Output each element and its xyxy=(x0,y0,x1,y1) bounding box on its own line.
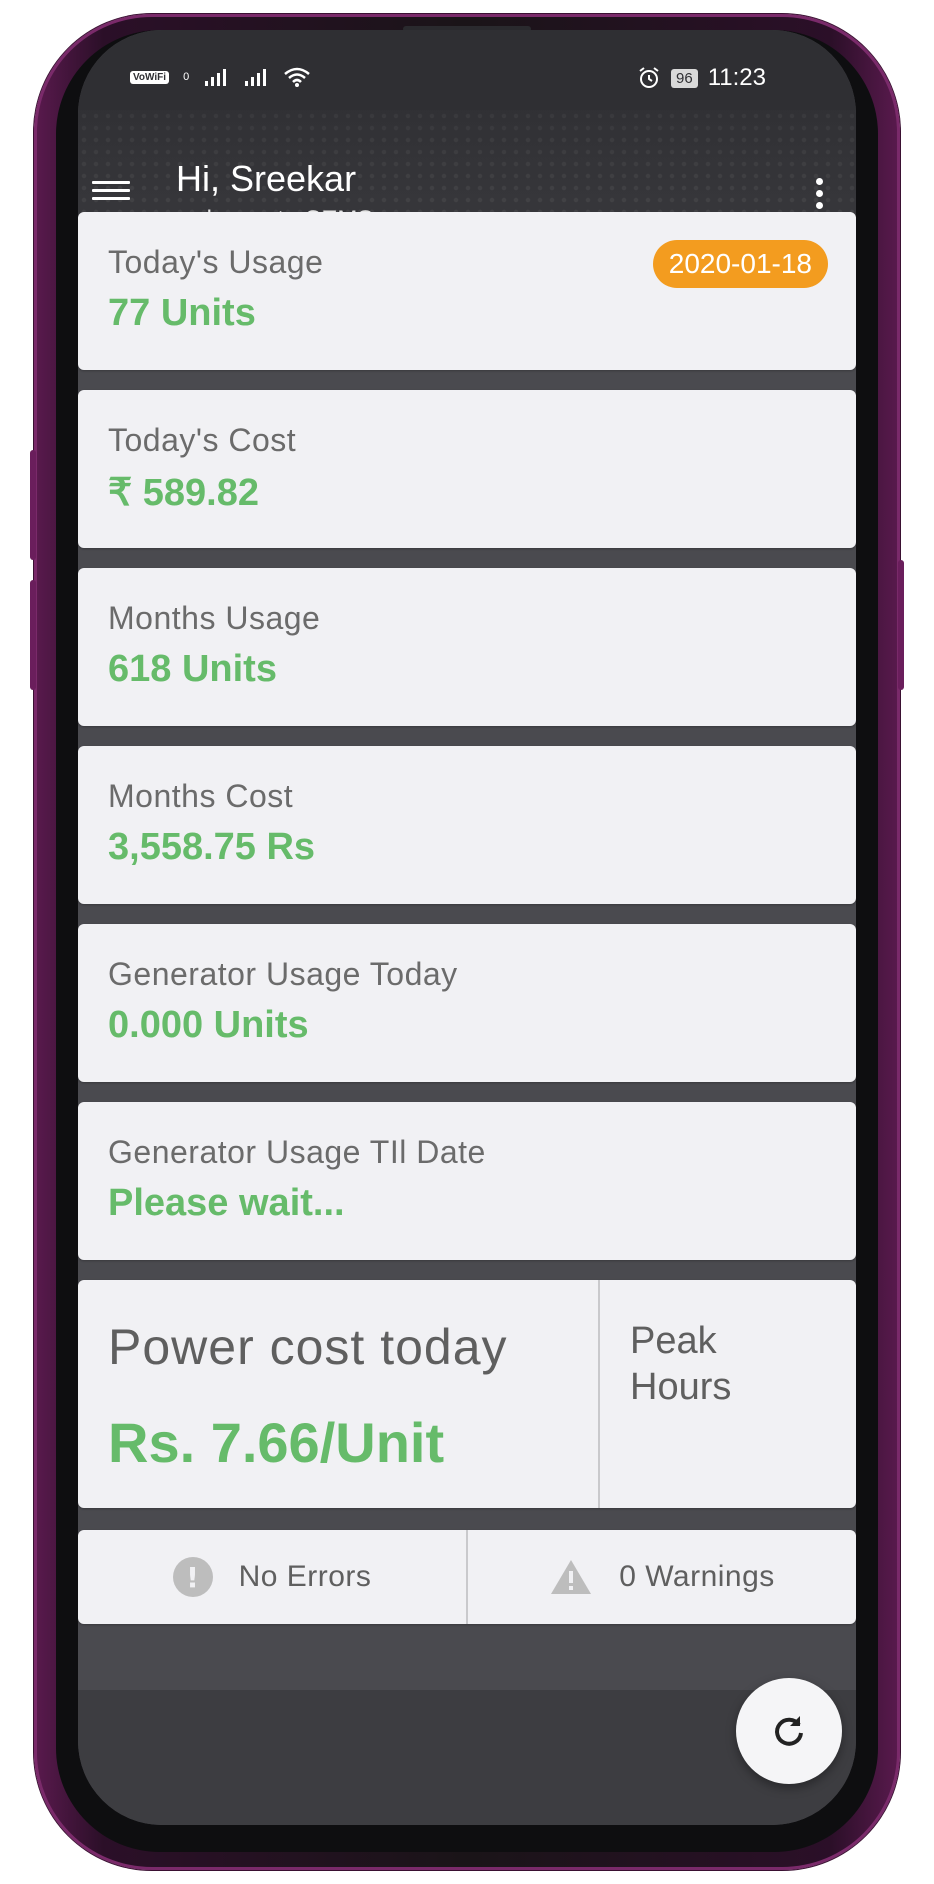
more-options-icon[interactable] xyxy=(814,178,824,212)
vowifi-indicator: VoWiFi xyxy=(130,70,170,84)
todays-usage-card[interactable]: Today's Usage 77 Units 2020-01-18 xyxy=(78,212,856,370)
refresh-icon xyxy=(775,1716,803,1746)
power-button xyxy=(898,560,904,690)
card-label: Months Cost xyxy=(108,778,294,814)
power-cost-title: Power cost today xyxy=(108,1319,508,1375)
card-label: Today's Usage xyxy=(108,244,324,280)
warnings-text: 0 Warnings xyxy=(619,1560,775,1593)
power-cost-rate: Rs. 7.66/Unit xyxy=(108,1411,445,1474)
refresh-button[interactable] xyxy=(736,1678,842,1784)
months-usage-card[interactable]: Months Usage 618 Units xyxy=(78,568,856,726)
error-icon: ! xyxy=(172,1557,213,1597)
status-bar: VoWiFi 0 96 11:23 xyxy=(78,30,856,110)
card-value: ₹ 589.82 xyxy=(108,472,259,514)
status-clock: 11:23 xyxy=(707,64,766,91)
errors-text: No Errors xyxy=(238,1560,372,1593)
date-badge: 2020-01-18 xyxy=(652,240,828,288)
screen: VoWiFi 0 96 11:23 Hi, Sreekar welcome to… xyxy=(78,30,856,1825)
card-value: 618 Units xyxy=(108,648,277,690)
wifi-icon xyxy=(284,67,310,87)
card-value: 0.000 Units xyxy=(108,1004,309,1046)
sim-indicator: 0 xyxy=(183,71,190,83)
warnings-status[interactable]: 0 Warnings xyxy=(468,1530,856,1624)
signal-icon xyxy=(205,69,227,86)
peak-hours-label: Peak Hours xyxy=(630,1320,732,1408)
generator-usage-till-date-card[interactable]: Generator Usage TIl Date Please wait... xyxy=(78,1102,856,1260)
months-cost-card[interactable]: Months Cost 3,558.75 Rs xyxy=(78,746,856,904)
greeting-title: Hi, Sreekar xyxy=(176,158,357,199)
card-label: Months Usage xyxy=(108,600,321,636)
card-value: 3,558.75 Rs xyxy=(108,826,316,868)
card-label: Generator Usage TIl Date xyxy=(108,1134,486,1170)
card-label: Generator Usage Today xyxy=(108,956,458,992)
volume-up-button xyxy=(30,450,36,560)
warning-icon xyxy=(551,1560,592,1594)
battery-indicator: 96 xyxy=(671,68,698,88)
hamburger-menu-icon[interactable] xyxy=(92,176,130,206)
generator-usage-today-card[interactable]: Generator Usage Today 0.000 Units xyxy=(78,924,856,1082)
card-value: Please wait... xyxy=(108,1182,345,1224)
alerts-card: ! No Errors 0 Warnings xyxy=(78,1530,856,1624)
alarm-icon xyxy=(639,67,659,88)
volume-down-button xyxy=(30,580,36,690)
signal-icon xyxy=(245,69,267,86)
errors-status[interactable]: ! No Errors xyxy=(78,1530,468,1624)
todays-cost-card[interactable]: Today's Cost ₹ 589.82 xyxy=(78,390,856,548)
card-label: Today's Cost xyxy=(108,422,297,458)
card-value: 77 Units xyxy=(108,292,256,334)
power-cost-card[interactable]: Power cost today Rs. 7.66/Unit Peak Hour… xyxy=(78,1280,856,1508)
